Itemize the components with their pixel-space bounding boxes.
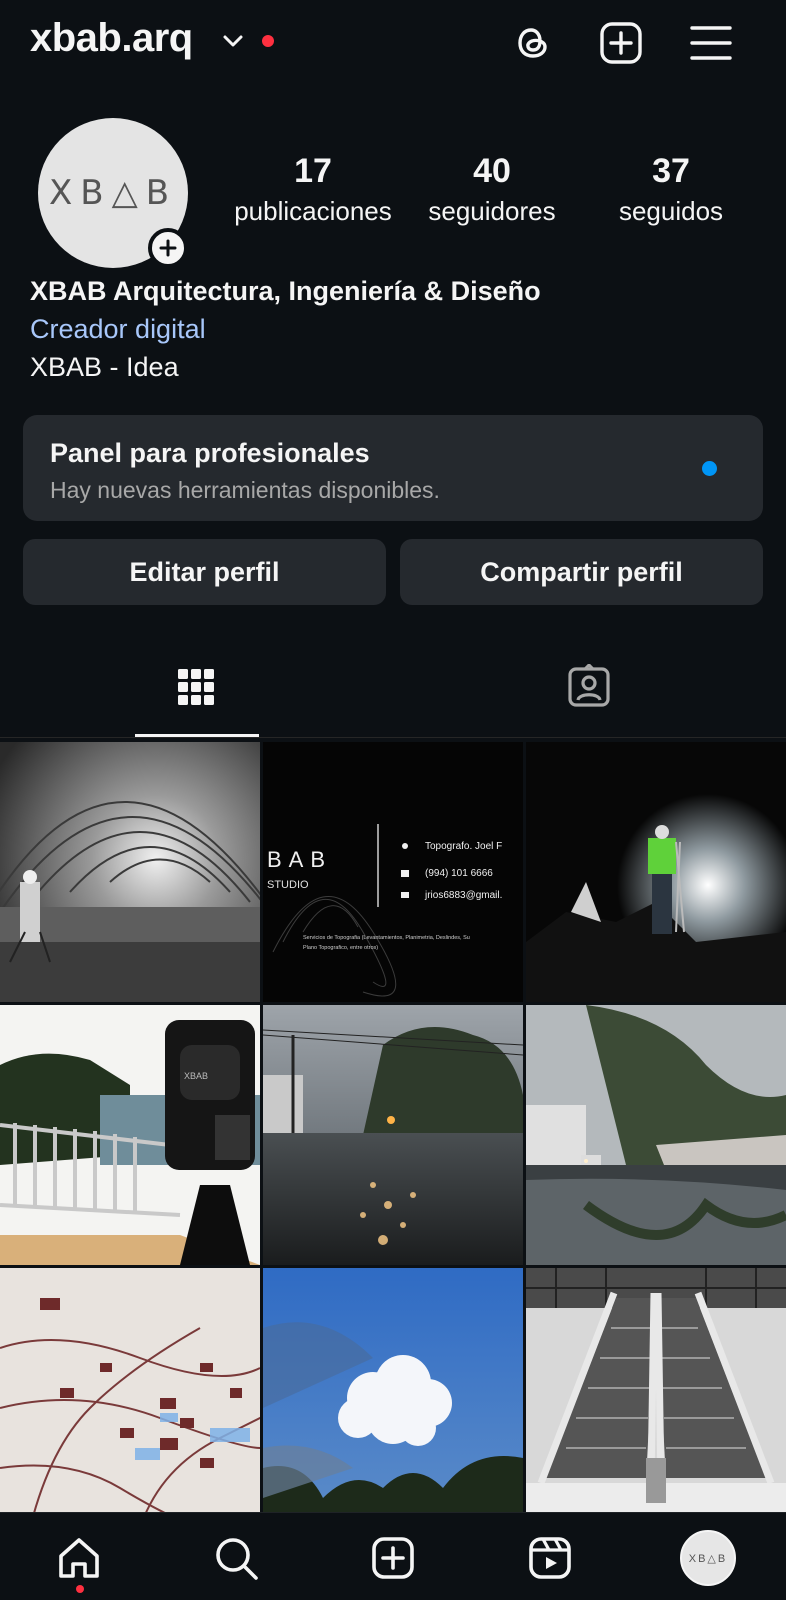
profile-tab-avatar[interactable]: XB△B — [680, 1530, 736, 1586]
panel-subtitle: Hay nuevas herramientas disponibles. — [50, 477, 440, 503]
card-logo: BAB — [267, 847, 332, 872]
stat-following[interactable]: 37 seguidos — [586, 152, 756, 227]
post-thumbnail[interactable]: XBAB — [0, 1005, 260, 1265]
post-thumbnail[interactable] — [526, 1005, 786, 1265]
bio-text: XBAB - Idea — [30, 352, 179, 382]
post-thumbnail[interactable] — [0, 742, 260, 1002]
create-icon[interactable] — [369, 1534, 417, 1582]
post-thumbnail[interactable] — [263, 1268, 523, 1528]
stat-posts-value: 17 — [294, 152, 332, 190]
top-bar: xbab.arq — [0, 0, 786, 88]
new-indicator-dot — [702, 461, 717, 476]
stat-posts-label: publicaciones — [234, 196, 392, 226]
home-notification-dot — [76, 1585, 84, 1593]
username[interactable]: xbab.arq — [30, 16, 193, 61]
plus-icon — [159, 239, 177, 257]
post-thumbnail[interactable]: BAB STUDIO Topografo. Joel F (994) 101 6… — [263, 742, 523, 1002]
post-thumbnail[interactable] — [0, 1268, 260, 1528]
notification-dot — [262, 35, 274, 47]
tab-divider — [0, 737, 786, 738]
create-icon[interactable] — [598, 20, 644, 66]
post-thumbnail[interactable] — [526, 742, 786, 1002]
stat-posts[interactable]: 17 publicaciones — [228, 152, 398, 227]
category-label: Creador digital — [30, 314, 206, 344]
card-studio: STUDIO — [267, 879, 309, 891]
post-thumbnail[interactable] — [263, 1005, 523, 1265]
card-services: Servicios de Topografia (Levantamientos,… — [303, 935, 470, 941]
menu-icon[interactable] — [688, 20, 734, 66]
nav-avatar-text: XB△B — [688, 1552, 728, 1565]
reels-icon[interactable] — [526, 1534, 574, 1582]
stat-followers[interactable]: 40 seguidores — [407, 152, 577, 227]
stat-following-label: seguidos — [618, 196, 724, 226]
post-thumbnail[interactable] — [526, 1268, 786, 1528]
threads-icon[interactable] — [510, 20, 556, 66]
instrument-brand: XBAB — [184, 1071, 208, 1081]
home-icon[interactable] — [55, 1534, 103, 1582]
full-name: XBAB Arquitectura, Ingeniería & Diseño — [30, 276, 541, 306]
stat-followers-value: 40 — [473, 152, 511, 190]
chevron-down-icon[interactable] — [222, 30, 244, 57]
tagged-icon[interactable] — [566, 662, 612, 710]
grid-icon[interactable] — [173, 664, 219, 710]
avatar-logo-text: XB△B — [48, 173, 178, 213]
card-email: jrios6883@gmail. — [424, 890, 502, 901]
edit-profile-button[interactable]: Editar perfil — [23, 539, 386, 605]
card-services-2: Plano Topografico, entre otros) — [303, 945, 378, 951]
add-story-button[interactable] — [148, 228, 188, 268]
card-phone: (994) 101 6666 — [425, 868, 493, 879]
stat-followers-label: seguidores — [428, 196, 556, 226]
professional-dashboard-card[interactable]: Panel para profesionales Hay nuevas herr… — [23, 415, 763, 521]
stat-following-value: 37 — [652, 152, 690, 190]
share-profile-button[interactable]: Compartir perfil — [400, 539, 763, 605]
card-role: Topografo. Joel F — [425, 841, 502, 852]
panel-title: Panel para profesionales — [50, 438, 370, 468]
search-icon[interactable] — [212, 1534, 260, 1582]
